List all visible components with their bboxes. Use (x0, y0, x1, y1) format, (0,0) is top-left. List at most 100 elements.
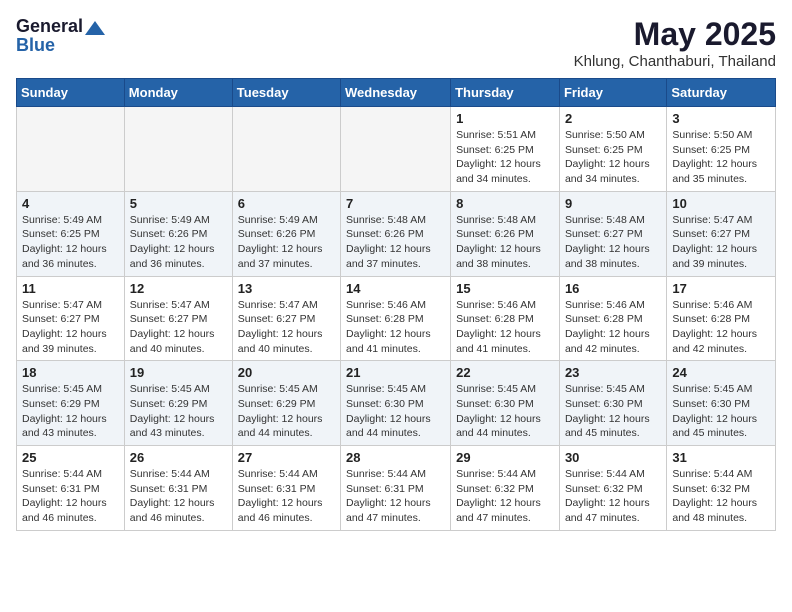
day-number: 5 (130, 196, 227, 211)
calendar-cell: 15 Sunrise: 5:46 AM Sunset: 6:28 PM Dayli… (451, 276, 560, 361)
calendar-cell: 13 Sunrise: 5:47 AM Sunset: 6:27 PM Dayli… (232, 276, 340, 361)
calendar-table: SundayMondayTuesdayWednesdayThursdayFrid… (16, 78, 776, 531)
calendar-cell: 29Sunrise: 5:44 AM Sunset: 6:32 PM Dayli… (451, 446, 560, 531)
day-info: Sunrise: 5:46 AM Sunset: 6:28 PM Dayligh… (456, 298, 554, 357)
calendar-cell: 18 Sunrise: 5:45 AM Sunset: 6:29 PM Dayli… (17, 361, 125, 446)
day-info: Sunrise: 5:50 AM Sunset: 6:25 PM Dayligh… (672, 128, 770, 187)
day-info: Sunrise: 5:44 AM Sunset: 6:31 PM Dayligh… (238, 467, 335, 526)
column-header-saturday: Saturday (667, 79, 776, 107)
day-number: 12 (130, 281, 227, 296)
day-info: Sunrise: 5:45 AM Sunset: 6:29 PM Dayligh… (22, 382, 119, 441)
header-row: SundayMondayTuesdayWednesdayThursdayFrid… (17, 79, 776, 107)
calendar-cell: 16Sunrise: 5:46 AM Sunset: 6:28 PM Dayli… (559, 276, 666, 361)
month-title: May 2025 (574, 16, 776, 53)
title-block: May 2025 Khlung, Chanthaburi, Thailand (574, 16, 776, 70)
calendar-cell (124, 107, 232, 192)
day-info: Sunrise: 5:44 AM Sunset: 6:31 PM Dayligh… (130, 467, 227, 526)
day-number: 15 (456, 281, 554, 296)
day-info: Sunrise: 5:48 AM Sunset: 6:26 PM Dayligh… (456, 213, 554, 272)
day-info: Sunrise: 5:47 AM Sunset: 6:27 PM Dayligh… (22, 298, 119, 357)
day-info: Sunrise: 5:48 AM Sunset: 6:27 PM Dayligh… (565, 213, 661, 272)
calendar-cell: 19 Sunrise: 5:45 AM Sunset: 6:29 PM Dayli… (124, 361, 232, 446)
week-row: 4 Sunrise: 5:49 AM Sunset: 6:25 PM Daylig… (17, 191, 776, 276)
day-info: Sunrise: 5:44 AM Sunset: 6:31 PM Dayligh… (346, 467, 445, 526)
calendar-cell (341, 107, 451, 192)
day-info: Sunrise: 5:51 AM Sunset: 6:25 PM Dayligh… (456, 128, 554, 187)
day-number: 16 (565, 281, 661, 296)
page-header: General Blue May 2025 Khlung, Chanthabur… (16, 16, 776, 70)
logo-icon (85, 21, 105, 35)
week-row: 18 Sunrise: 5:45 AM Sunset: 6:29 PM Dayli… (17, 361, 776, 446)
column-header-thursday: Thursday (451, 79, 560, 107)
day-number: 2 (565, 111, 661, 126)
location-title: Khlung, Chanthaburi, Thailand (574, 53, 776, 70)
day-number: 4 (22, 196, 119, 211)
calendar-cell (232, 107, 340, 192)
day-number: 1 (456, 111, 554, 126)
calendar-cell: 9Sunrise: 5:48 AM Sunset: 6:27 PM Daylig… (559, 191, 666, 276)
calendar-cell: 12 Sunrise: 5:47 AM Sunset: 6:27 PM Dayli… (124, 276, 232, 361)
day-number: 14 (346, 281, 445, 296)
day-info: Sunrise: 5:45 AM Sunset: 6:30 PM Dayligh… (346, 382, 445, 441)
calendar-cell: 17 Sunrise: 5:46 AM Sunset: 6:28 PM Dayli… (667, 276, 776, 361)
calendar-cell: 1 Sunrise: 5:51 AM Sunset: 6:25 PM Daylig… (451, 107, 560, 192)
day-info: Sunrise: 5:44 AM Sunset: 6:32 PM Dayligh… (565, 467, 661, 526)
column-header-wednesday: Wednesday (341, 79, 451, 107)
day-info: Sunrise: 5:44 AM Sunset: 6:31 PM Dayligh… (22, 467, 119, 526)
day-info: Sunrise: 5:45 AM Sunset: 6:30 PM Dayligh… (456, 382, 554, 441)
day-info: Sunrise: 5:45 AM Sunset: 6:29 PM Dayligh… (238, 382, 335, 441)
day-number: 19 (130, 365, 227, 380)
day-number: 3 (672, 111, 770, 126)
day-info: Sunrise: 5:49 AM Sunset: 6:25 PM Dayligh… (22, 213, 119, 272)
day-info: Sunrise: 5:50 AM Sunset: 6:25 PM Dayligh… (565, 128, 661, 187)
calendar-cell: 31Sunrise: 5:44 AM Sunset: 6:32 PM Dayli… (667, 446, 776, 531)
day-number: 8 (456, 196, 554, 211)
column-header-sunday: Sunday (17, 79, 125, 107)
day-number: 18 (22, 365, 119, 380)
day-info: Sunrise: 5:46 AM Sunset: 6:28 PM Dayligh… (672, 298, 770, 357)
calendar-cell: 11Sunrise: 5:47 AM Sunset: 6:27 PM Dayli… (17, 276, 125, 361)
day-info: Sunrise: 5:47 AM Sunset: 6:27 PM Dayligh… (672, 213, 770, 272)
day-number: 24 (672, 365, 770, 380)
calendar-cell: 21Sunrise: 5:45 AM Sunset: 6:30 PM Dayli… (341, 361, 451, 446)
calendar-cell: 20 Sunrise: 5:45 AM Sunset: 6:29 PM Dayli… (232, 361, 340, 446)
day-info: Sunrise: 5:47 AM Sunset: 6:27 PM Dayligh… (130, 298, 227, 357)
day-info: Sunrise: 5:46 AM Sunset: 6:28 PM Dayligh… (346, 298, 445, 357)
calendar-cell: 5Sunrise: 5:49 AM Sunset: 6:26 PM Daylig… (124, 191, 232, 276)
day-number: 23 (565, 365, 661, 380)
day-number: 20 (238, 365, 335, 380)
column-header-monday: Monday (124, 79, 232, 107)
calendar-cell: 8 Sunrise: 5:48 AM Sunset: 6:26 PM Daylig… (451, 191, 560, 276)
day-number: 17 (672, 281, 770, 296)
calendar-cell: 2 Sunrise: 5:50 AM Sunset: 6:25 PM Daylig… (559, 107, 666, 192)
column-header-tuesday: Tuesday (232, 79, 340, 107)
calendar-cell: 24Sunrise: 5:45 AM Sunset: 6:30 PM Dayli… (667, 361, 776, 446)
day-number: 25 (22, 450, 119, 465)
day-info: Sunrise: 5:44 AM Sunset: 6:32 PM Dayligh… (672, 467, 770, 526)
day-number: 28 (346, 450, 445, 465)
calendar-cell: 14 Sunrise: 5:46 AM Sunset: 6:28 PM Dayli… (341, 276, 451, 361)
column-header-friday: Friday (559, 79, 666, 107)
day-info: Sunrise: 5:44 AM Sunset: 6:32 PM Dayligh… (456, 467, 554, 526)
calendar-cell: 4 Sunrise: 5:49 AM Sunset: 6:25 PM Daylig… (17, 191, 125, 276)
calendar-cell: 3 Sunrise: 5:50 AM Sunset: 6:25 PM Daylig… (667, 107, 776, 192)
calendar-cell: 10 Sunrise: 5:47 AM Sunset: 6:27 PM Dayli… (667, 191, 776, 276)
day-number: 10 (672, 196, 770, 211)
day-info: Sunrise: 5:47 AM Sunset: 6:27 PM Dayligh… (238, 298, 335, 357)
calendar-cell (17, 107, 125, 192)
day-number: 26 (130, 450, 227, 465)
week-row: 25 Sunrise: 5:44 AM Sunset: 6:31 PM Dayli… (17, 446, 776, 531)
calendar-cell: 28 Sunrise: 5:44 AM Sunset: 6:31 PM Dayli… (341, 446, 451, 531)
day-number: 13 (238, 281, 335, 296)
day-info: Sunrise: 5:45 AM Sunset: 6:29 PM Dayligh… (130, 382, 227, 441)
day-info: Sunrise: 5:49 AM Sunset: 6:26 PM Dayligh… (238, 213, 335, 272)
day-number: 7 (346, 196, 445, 211)
day-number: 30 (565, 450, 661, 465)
calendar-cell: 27Sunrise: 5:44 AM Sunset: 6:31 PM Dayli… (232, 446, 340, 531)
calendar-cell: 30 Sunrise: 5:44 AM Sunset: 6:32 PM Dayli… (559, 446, 666, 531)
week-row: 11Sunrise: 5:47 AM Sunset: 6:27 PM Dayli… (17, 276, 776, 361)
logo-general: General (16, 16, 83, 37)
calendar-cell: 23Sunrise: 5:45 AM Sunset: 6:30 PM Dayli… (559, 361, 666, 446)
day-number: 6 (238, 196, 335, 211)
calendar-cell: 22Sunrise: 5:45 AM Sunset: 6:30 PM Dayli… (451, 361, 560, 446)
